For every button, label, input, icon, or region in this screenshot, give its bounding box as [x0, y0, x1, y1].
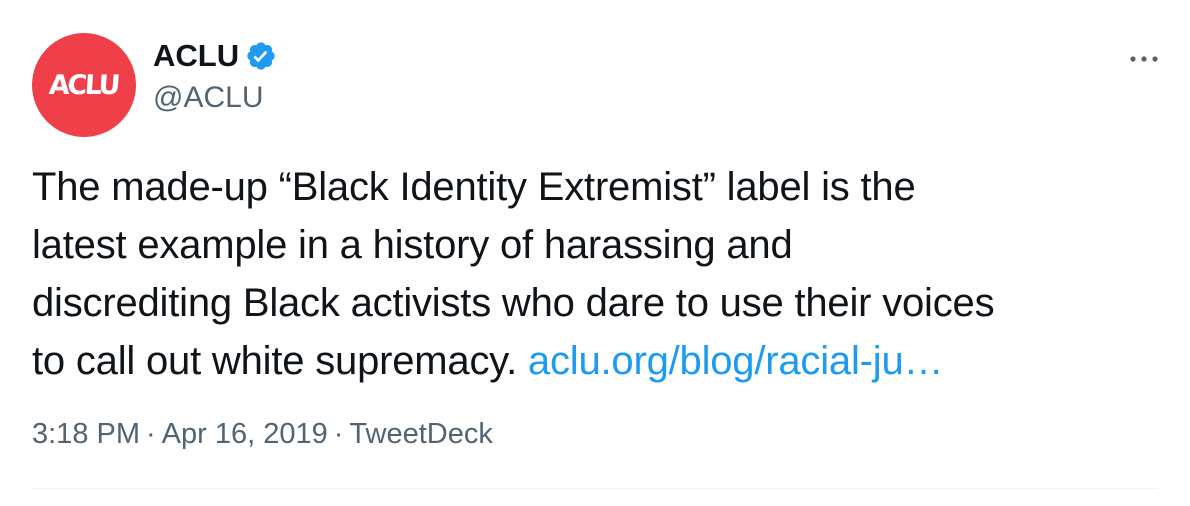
tweet-time[interactable]: 3:18 PM	[32, 418, 140, 450]
avatar-logo-text: ACLU	[47, 69, 119, 101]
more-options-button[interactable]	[1124, 44, 1164, 74]
tweet-source[interactable]: TweetDeck	[349, 418, 492, 450]
tweet-text-line: latest example in a history of harassing…	[32, 223, 793, 267]
tweet-text-line-last: to call out white supremacy. aclu.org/bl…	[32, 332, 1172, 390]
verified-badge-icon	[245, 40, 277, 72]
author-display-name[interactable]: ACLU	[153, 36, 239, 76]
author-handle[interactable]: @ACLU	[153, 79, 263, 117]
meta-separator: ·	[333, 418, 344, 450]
author-name-row: ACLU	[153, 36, 277, 76]
meta-separator: ·	[146, 418, 156, 450]
tweet-text-line: The made-up “Black Identity Extremist” l…	[32, 165, 916, 209]
tweet-link[interactable]: aclu.org/blog/racial-ju…	[528, 339, 944, 383]
tweet-card: ACLU ACLU @ACLU The made-up “Black Ident…	[0, 0, 1190, 506]
avatar[interactable]: ACLU	[32, 33, 136, 137]
tweet-text: The made-up “Black Identity Extremist” l…	[32, 158, 1172, 390]
tweet-date[interactable]: Apr 16, 2019	[162, 418, 328, 450]
more-dots-icon	[1130, 56, 1158, 62]
tweet-text-line: discrediting Black activists who dare to…	[32, 281, 995, 325]
divider	[32, 488, 1158, 489]
tweet-text-fragment: to call out white supremacy.	[32, 339, 528, 383]
tweet-metadata: 3:18 PM · Apr 16, 2019 · TweetDeck	[32, 415, 493, 453]
